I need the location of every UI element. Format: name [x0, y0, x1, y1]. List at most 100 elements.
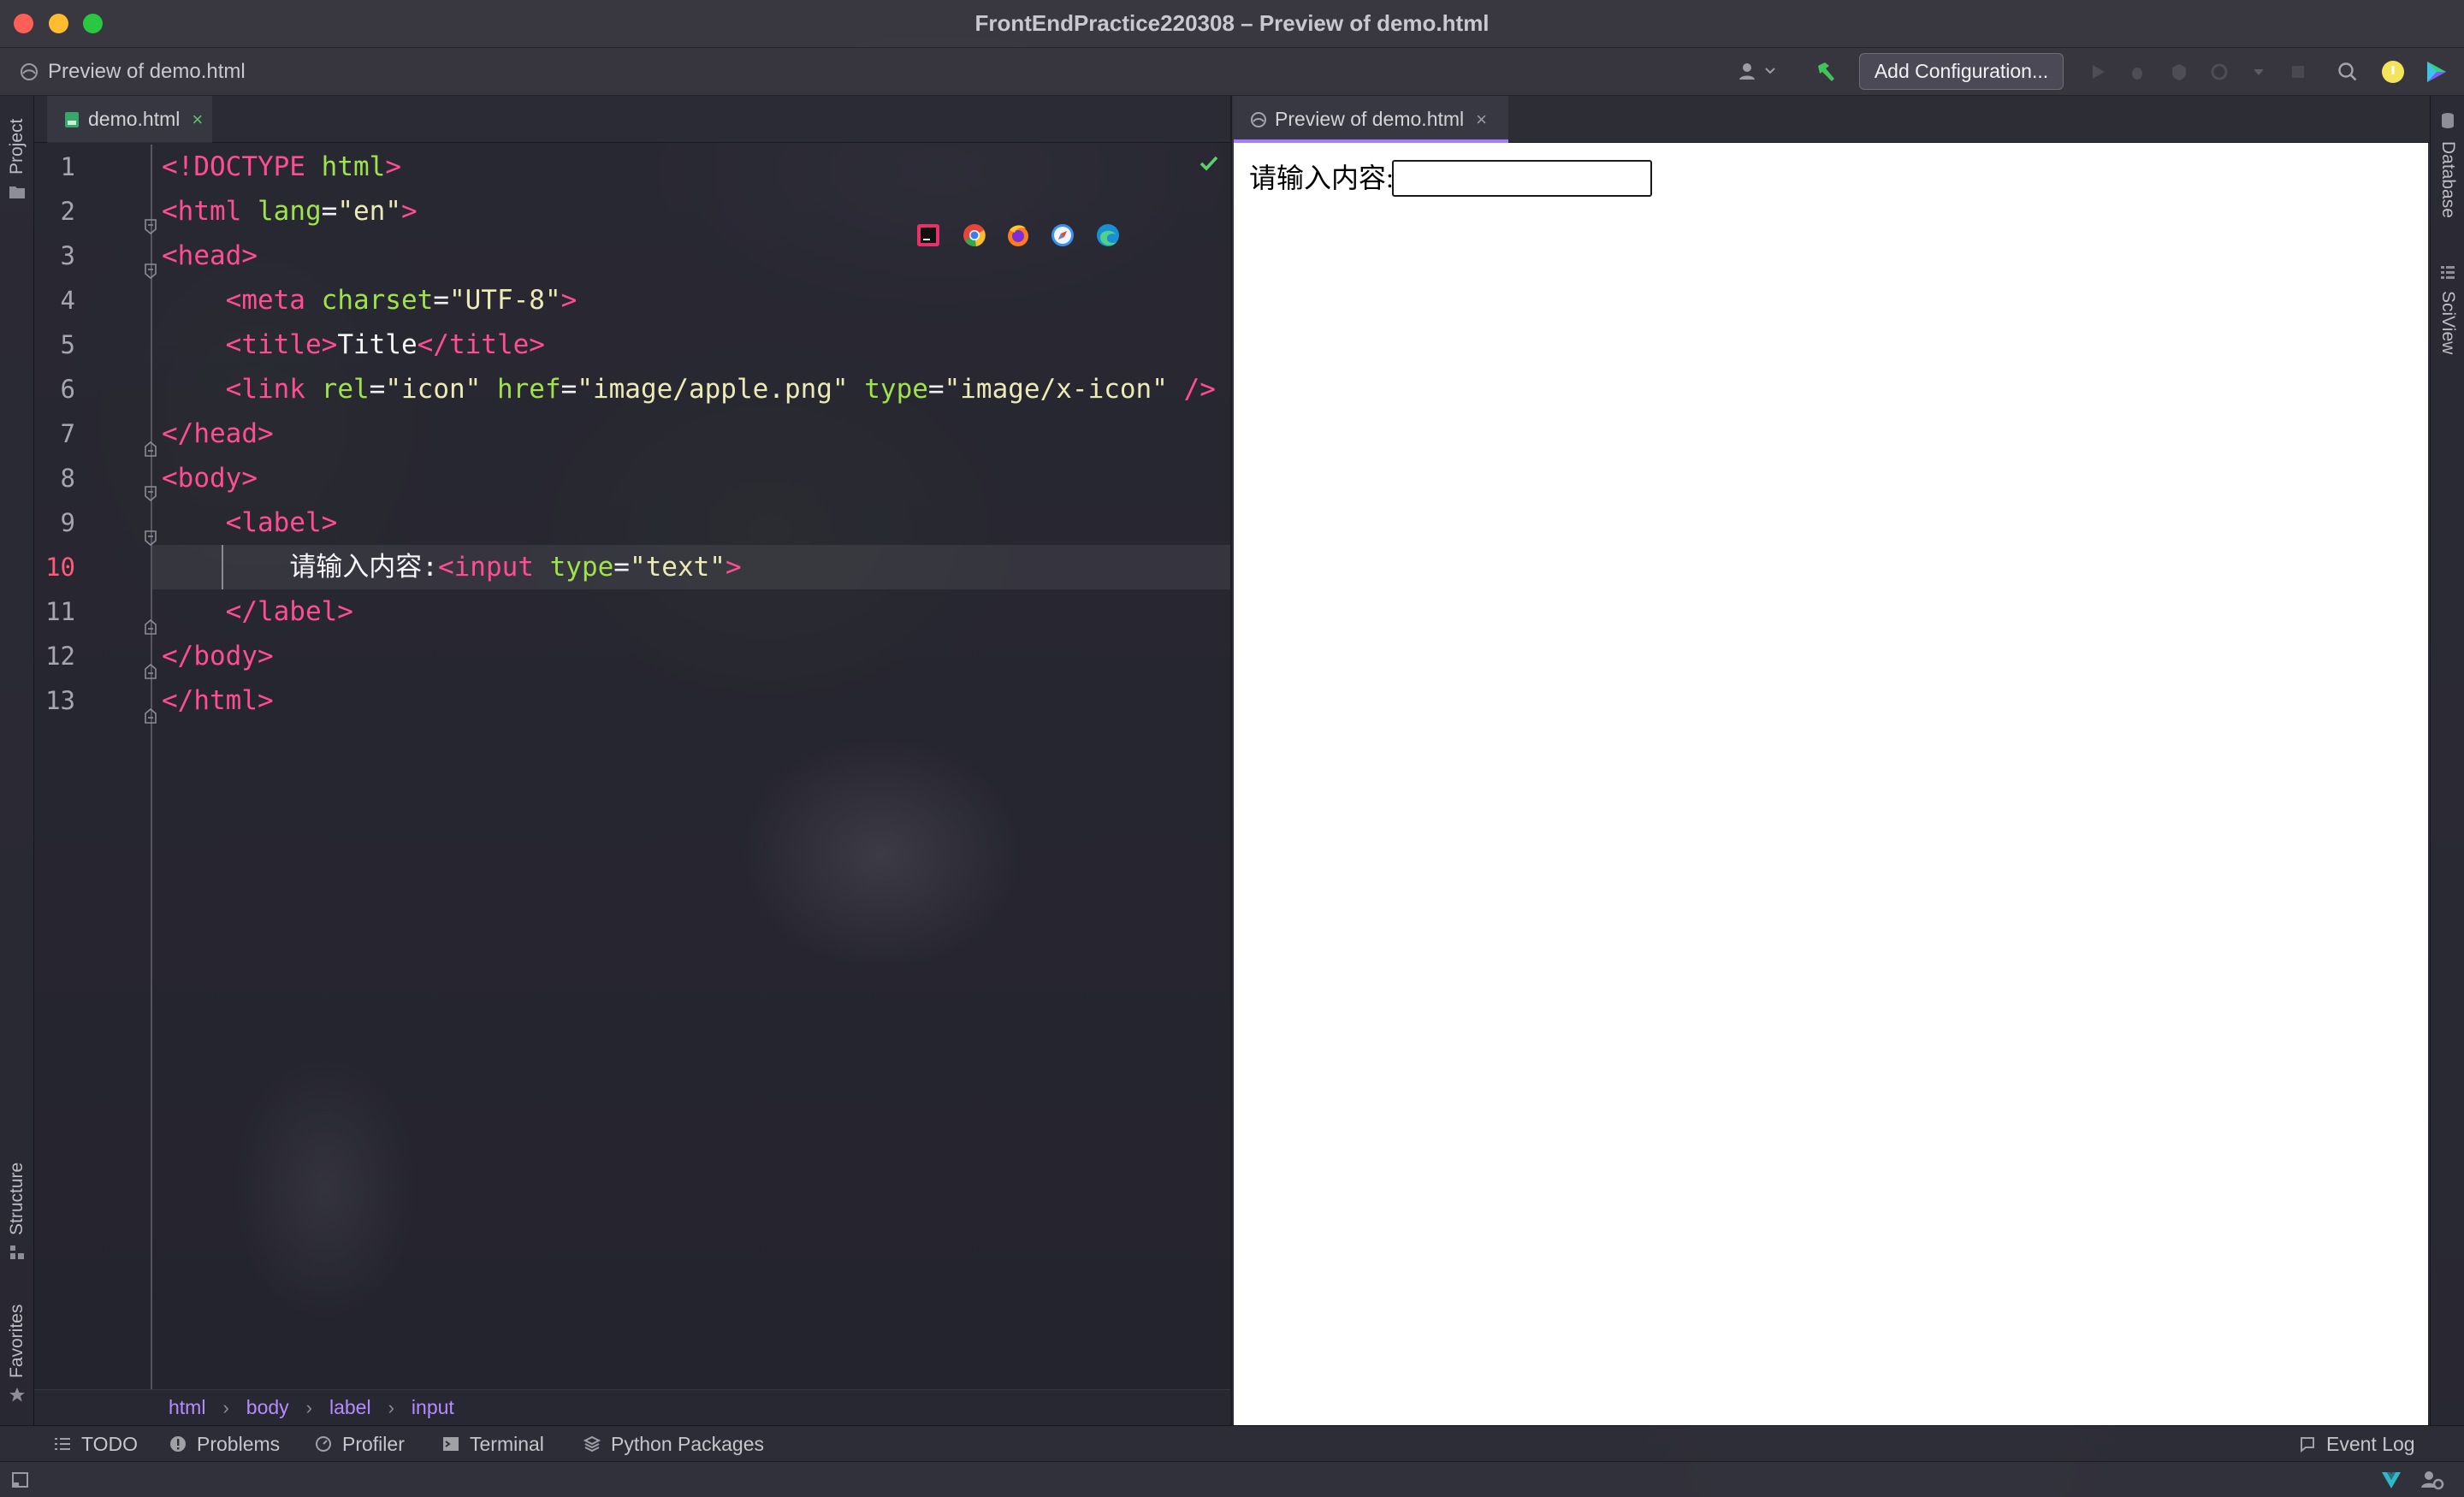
code-content: <!DOCTYPE html>	[162, 145, 401, 189]
breadcrumb-item-label[interactable]: label	[329, 1396, 371, 1419]
code-editor[interactable]: demo.html × 1 <!DOCTYPE html> 2 <html lang=…	[34, 96, 1232, 1425]
favorites-tool-button[interactable]: Favorites	[7, 1296, 27, 1378]
code-token-tag: <label>	[225, 507, 338, 538]
text-input[interactable]	[1392, 160, 1652, 197]
close-tab-icon[interactable]: ×	[192, 109, 203, 131]
fold-collapse-icon[interactable]	[144, 515, 157, 547]
code-line[interactable]: 8 <body>	[34, 456, 1230, 502]
vuejs-icon[interactable]	[2380, 1469, 2402, 1491]
firefox-icon[interactable]	[1005, 222, 1031, 248]
fold-collapse-icon[interactable]	[144, 470, 157, 502]
terminal-icon	[442, 1435, 459, 1453]
edge-icon[interactable]	[1095, 222, 1121, 248]
todo-tool-button[interactable]: TODO	[54, 1426, 138, 1462]
close-tab-icon[interactable]: ×	[1476, 109, 1487, 131]
folder-icon	[9, 183, 26, 200]
fold-end-icon[interactable]	[144, 648, 157, 679]
python-packages-tool-button[interactable]: Python Packages	[583, 1426, 764, 1462]
code-token-ws	[534, 552, 550, 583]
event-log-tool-button[interactable]: Event Log	[2299, 1426, 2415, 1462]
code-line[interactable]: 4 <meta charset="UTF-8">	[34, 278, 1230, 322]
add-configuration-button[interactable]: Add Configuration...	[1859, 53, 2064, 90]
title-bar: FrontEndPractice220308 – Preview of demo…	[0, 0, 2464, 48]
interpreter-settings-icon[interactable]	[2420, 1469, 2444, 1491]
code-content: 请输入内容:<input type="text">	[162, 545, 741, 589]
debug-icon[interactable]	[2127, 62, 2147, 82]
breadcrumb-separator: ›	[388, 1396, 394, 1418]
code-token-str: "UTF-8"	[448, 285, 561, 316]
line-number: 13	[45, 686, 75, 715]
chevron-down-icon[interactable]	[1764, 65, 1776, 77]
structure-tool-button[interactable]: Structure	[7, 1150, 27, 1235]
rendered-page: 请输入内容:	[1234, 143, 2428, 1425]
code-token-ws	[849, 374, 865, 405]
fold-collapse-icon[interactable]	[144, 204, 157, 235]
code-token-str: "en"	[337, 196, 401, 227]
line-number: 5	[60, 330, 75, 359]
tab-demo-html[interactable]: demo.html ×	[47, 96, 212, 143]
tab-preview-demo-html[interactable]: Preview of demo.html ×	[1234, 96, 1508, 143]
code-token-ws	[241, 196, 258, 227]
code-token-tag: <!DOCTYPE	[162, 151, 305, 182]
profiler-tool-button[interactable]: Profiler	[315, 1426, 405, 1462]
profile-icon[interactable]	[2209, 62, 2230, 82]
sciview-tool-button[interactable]: SciView	[2437, 291, 2458, 359]
run-options-icon[interactable]	[2250, 65, 2267, 79]
terminal-tool-button[interactable]: Terminal	[442, 1426, 544, 1462]
chrome-icon[interactable]	[962, 222, 987, 248]
tool-windows-toggle-icon[interactable]	[11, 1470, 30, 1489]
checkmark-icon[interactable]	[1199, 154, 1219, 173]
code-line[interactable]: 11 </label>	[34, 589, 1230, 635]
event-log-label: Event Log	[2326, 1432, 2415, 1455]
code-token-tag: </body>	[162, 641, 274, 672]
code-token-attr: html	[321, 151, 386, 182]
tab-label: Preview of demo.html	[1275, 108, 1465, 130]
code-token-tag: <html	[162, 196, 242, 227]
fold-end-icon[interactable]	[144, 604, 157, 635]
code-line[interactable]: 5 <title>Title</title>	[34, 322, 1230, 367]
user-icon[interactable]	[1737, 60, 1761, 84]
code-line[interactable]: 6 <link rel="icon" href="image/apple.png…	[34, 367, 1230, 411]
database-tool-button[interactable]: Database	[2437, 141, 2458, 228]
code-token-text: Title	[337, 329, 418, 360]
toolbox-icon[interactable]	[2424, 59, 2449, 85]
code-token-str: "icon"	[385, 374, 482, 405]
project-tool-button[interactable]: Project	[7, 109, 27, 175]
code-line[interactable]: 13 </html>	[34, 678, 1230, 724]
fold-end-icon[interactable]	[144, 426, 157, 457]
code-line[interactable]: 7 </head>	[34, 411, 1230, 457]
code-token-str: "image/x-icon"	[944, 374, 1168, 405]
search-icon[interactable]	[2337, 61, 2359, 83]
current-code-line[interactable]: 10 请输入内容:<input type="text">	[34, 545, 1230, 589]
code-token-tag: </title>	[417, 329, 545, 360]
fold-end-icon[interactable]	[144, 693, 157, 724]
safari-icon[interactable]	[1050, 222, 1075, 248]
build-icon[interactable]	[1813, 59, 1839, 85]
breadcrumb-item-body[interactable]: body	[246, 1396, 289, 1419]
update-icon[interactable]	[2381, 60, 2405, 84]
coverage-icon[interactable]	[2169, 62, 2189, 82]
code-line[interactable]: 12 </body>	[34, 634, 1230, 679]
run-icon[interactable]	[2088, 62, 2108, 82]
line-number: 9	[60, 508, 75, 537]
navigation-file-label[interactable]: Preview of demo.html	[48, 48, 246, 96]
code-token-tag: >	[560, 285, 578, 316]
code-token-tag: />	[1183, 374, 1216, 405]
line-number: 2	[60, 197, 75, 226]
star-icon	[9, 1387, 26, 1404]
fold-collapse-icon[interactable]	[144, 248, 157, 280]
breadcrumb-item-html[interactable]: html	[169, 1396, 205, 1419]
preview-icon	[1249, 110, 1268, 129]
code-token-eq: =	[613, 552, 630, 583]
code-token-attr: type	[549, 552, 614, 583]
code-line[interactable]: 9 <label>	[34, 500, 1230, 547]
breadcrumb-item-input[interactable]: input	[412, 1396, 454, 1419]
code-content: <title>Title</title>	[162, 322, 545, 367]
stop-icon[interactable]	[2288, 62, 2308, 82]
code-token-eq: =	[369, 374, 386, 405]
jetbrains-browser-icon[interactable]	[915, 222, 941, 248]
profiler-icon	[315, 1435, 332, 1453]
left-tool-window-strip: Project Structure Favorites	[0, 96, 34, 1425]
problems-tool-button[interactable]: Problems	[169, 1426, 280, 1462]
code-line[interactable]: 1 <!DOCTYPE html>	[34, 145, 1230, 189]
